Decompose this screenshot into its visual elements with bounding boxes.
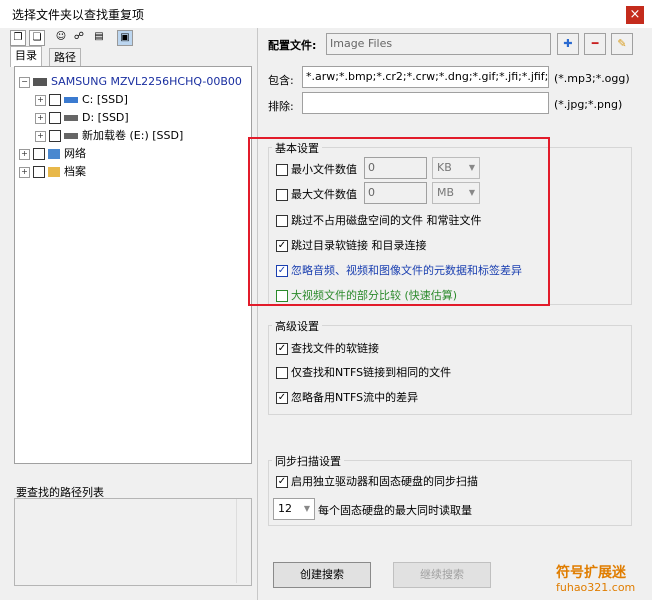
tree-item-c[interactable]: + C: [SSD] [15,91,251,109]
option-label: 仅查找和NTFS链接到相同的文件 [291,366,452,379]
highlight-box [248,137,550,306]
watermark-text: 符号扩展迷 [556,565,626,581]
ntfs-links-option[interactable]: 仅查找和NTFS链接到相同的文件 [276,364,451,380]
user-icon[interactable]: ☺ [54,30,68,44]
drive-icon [64,115,78,121]
copy-icon[interactable]: ❐ [10,30,26,46]
checkbox[interactable] [276,476,288,488]
remove-icon[interactable]: ━ [584,33,606,55]
tab-paths[interactable]: 路径 [49,48,81,67]
computer-icon[interactable]: ▣ [117,30,133,46]
tree-item-d[interactable]: + D: [SSD] [15,109,251,127]
include-label: 包含: [268,74,294,87]
config-select[interactable]: Image Files [326,33,551,55]
paths-list[interactable] [14,498,252,586]
disk-icon [33,78,47,86]
expand-icon[interactable]: + [35,130,46,142]
expand-icon[interactable]: + [35,94,46,106]
network-icon [48,149,60,159]
ignore-streams-option[interactable]: 忽略备用NTFS流中的差异 [276,389,418,405]
tree-label: SAMSUNG MZVL2256HCHQ-00B00 [51,75,242,88]
checkbox[interactable] [33,166,45,178]
tree-label: 档案 [64,165,86,178]
duplicate-icon[interactable]: ❏ [29,30,45,46]
archive-icon [48,167,60,177]
collapse-icon[interactable]: − [19,76,30,88]
include-input[interactable]: *.arw;*.bmp;*.cr2;*.crw;*.dng;*.gif;*.jf… [302,66,549,88]
tree-item-archive[interactable]: + 档案 [15,163,251,181]
checkbox[interactable] [49,94,61,106]
advanced-settings-title: 高级设置 [272,318,322,334]
include-hint: (*.mp3;*.ogg) [554,72,630,85]
edit-icon[interactable]: ✎ [611,33,633,55]
option-label: 启用独立驱动器和固态硬盘的同步扫描 [291,475,478,488]
checkbox[interactable] [49,130,61,142]
tree-label: D: [SSD] [82,111,129,124]
directory-tree[interactable]: − SAMSUNG MZVL2256HCHQ-00B00 + C: [SSD] + D… [14,66,252,464]
chevron-down-icon: ▼ [303,504,310,513]
panel-divider [257,28,258,600]
tab-directory[interactable]: 目录 [10,46,42,67]
max-reads-select[interactable]: 12 ▼ [273,498,315,520]
watermark-url: fuhao321.com [556,581,636,594]
expand-icon[interactable]: + [19,166,30,178]
max-reads-label: 每个固态硬盘的最大同时读取量 [318,504,472,517]
checkbox[interactable] [276,392,288,404]
exclude-label: 排除: [268,100,294,113]
tree-label: C: [SSD] [82,93,128,106]
exclude-hint: (*.jpg;*.png) [554,98,623,111]
enable-sync-option[interactable]: 启用独立驱动器和固态硬盘的同步扫描 [276,473,478,489]
drive-icon [64,133,78,139]
tree-item-e[interactable]: + 新加载卷 (E:) [SSD] [15,127,251,145]
tree-item-network[interactable]: + 网络 [15,145,251,163]
checkbox[interactable] [276,367,288,379]
paths-scrollbar[interactable] [236,499,251,583]
checkbox[interactable] [49,112,61,124]
continue-search-button[interactable]: 继续搜索 [393,562,491,588]
max-reads-value: 12 [278,502,292,515]
find-softlinks-option[interactable]: 查找文件的软链接 [276,340,379,356]
drive-icon [64,97,78,103]
checkbox[interactable] [276,343,288,355]
add-icon[interactable]: ✚ [557,33,579,55]
tree-item-samsung[interactable]: − SAMSUNG MZVL2256HCHQ-00B00 [15,73,251,91]
sync-settings-title: 同步扫描设置 [272,453,344,469]
option-label: 查找文件的软链接 [291,342,379,355]
tree-label: 网络 [64,147,86,160]
window-title: 选择文件夹以查找重复项 [12,8,145,22]
expand-icon[interactable]: + [35,112,46,124]
option-label: 忽略备用NTFS流中的差异 [291,391,419,404]
config-label: 配置文件: [268,39,317,52]
close-button[interactable]: × [626,6,644,24]
checkbox[interactable] [33,148,45,160]
tree-label: 新加载卷 (E:) [SSD] [82,129,184,142]
network-icon[interactable]: ☍ [72,30,86,44]
drive-icon[interactable]: ▤ [92,30,106,44]
expand-icon[interactable]: + [19,148,30,160]
create-search-button[interactable]: 创建搜索 [273,562,371,588]
exclude-input[interactable] [302,92,549,114]
